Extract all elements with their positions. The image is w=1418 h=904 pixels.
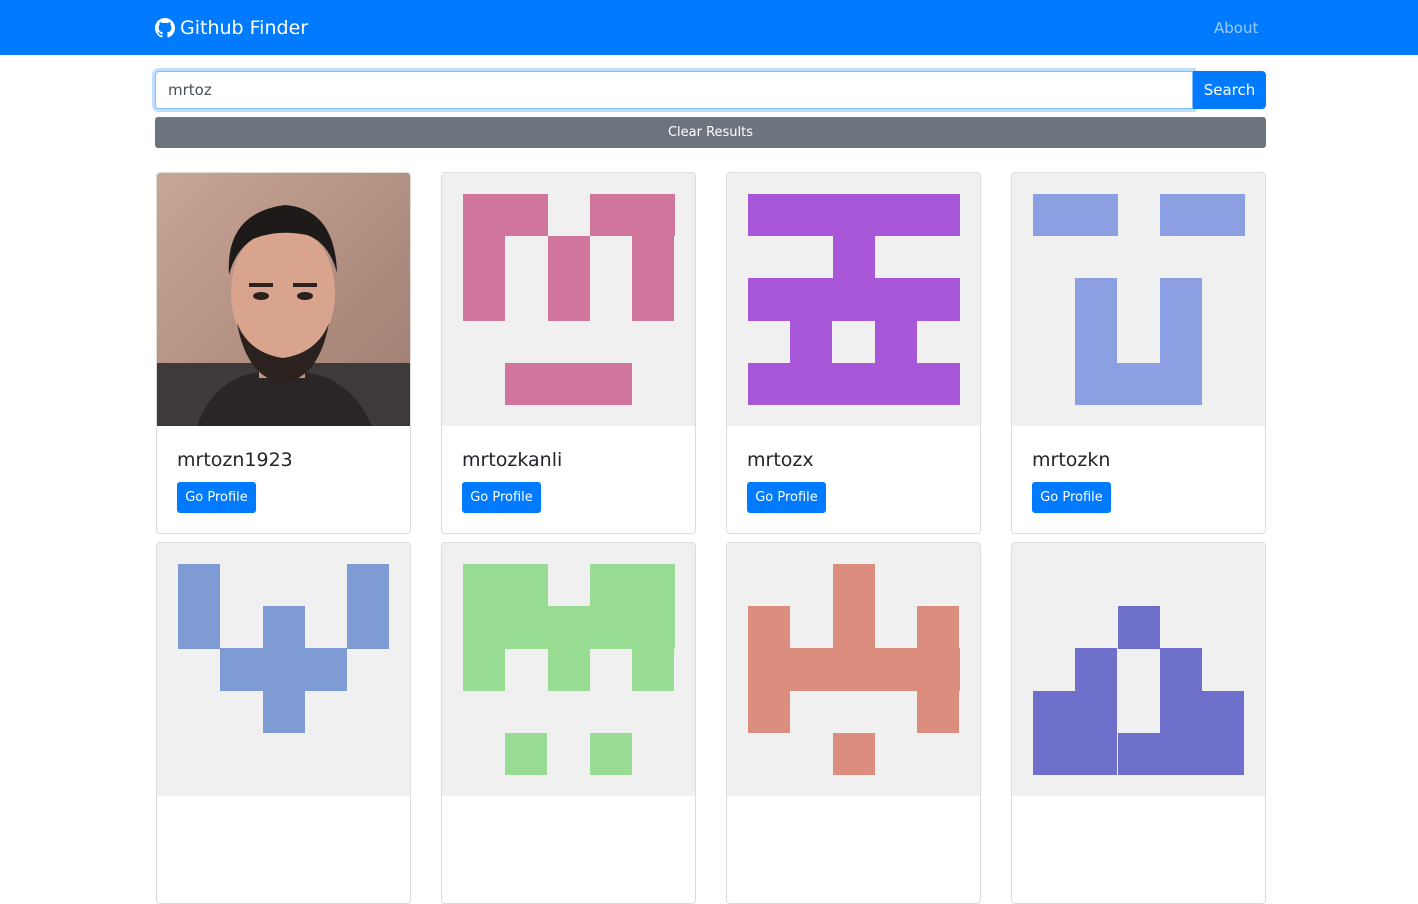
go-profile-button[interactable]: Go Profile: [747, 482, 826, 513]
user-identicon: [442, 543, 695, 796]
user-identicon: [1012, 173, 1265, 426]
user-card: mrtozkanli Go Profile: [441, 172, 696, 534]
user-login: mrtozx: [747, 449, 814, 471]
nav-about-link[interactable]: About: [1214, 17, 1258, 39]
brand-link[interactable]: Github Finder: [155, 15, 308, 41]
user-card: [156, 542, 411, 904]
user-card: mrtozn1923 Go Profile: [156, 172, 411, 534]
user-identicon: [727, 173, 980, 426]
user-card: [441, 542, 696, 904]
user-identicon: [1012, 543, 1265, 796]
user-card: mrtozx Go Profile: [726, 172, 981, 534]
user-identicon: [442, 173, 695, 426]
clear-results-button[interactable]: Clear Results: [155, 117, 1266, 148]
go-profile-button[interactable]: Go Profile: [177, 482, 256, 513]
user-login: mrtozkn: [1032, 449, 1111, 471]
search-form: Search: [155, 71, 1266, 109]
search-input[interactable]: [155, 71, 1193, 109]
user-identicon: [157, 543, 410, 796]
user-login: mrtozn1923: [177, 449, 293, 471]
go-profile-button[interactable]: Go Profile: [462, 482, 541, 513]
search-button[interactable]: Search: [1193, 71, 1266, 109]
user-avatar-photo: [157, 173, 410, 426]
user-card: [726, 542, 981, 904]
user-card: mrtozkn Go Profile: [1011, 172, 1266, 534]
go-profile-button[interactable]: Go Profile: [1032, 482, 1111, 513]
user-card: [1011, 542, 1266, 904]
brand-title: Github Finder: [180, 17, 309, 39]
navbar: Github Finder About: [0, 0, 1418, 55]
user-login: mrtozkanli: [462, 449, 563, 471]
github-icon: [155, 18, 175, 38]
user-identicon: [727, 543, 980, 796]
